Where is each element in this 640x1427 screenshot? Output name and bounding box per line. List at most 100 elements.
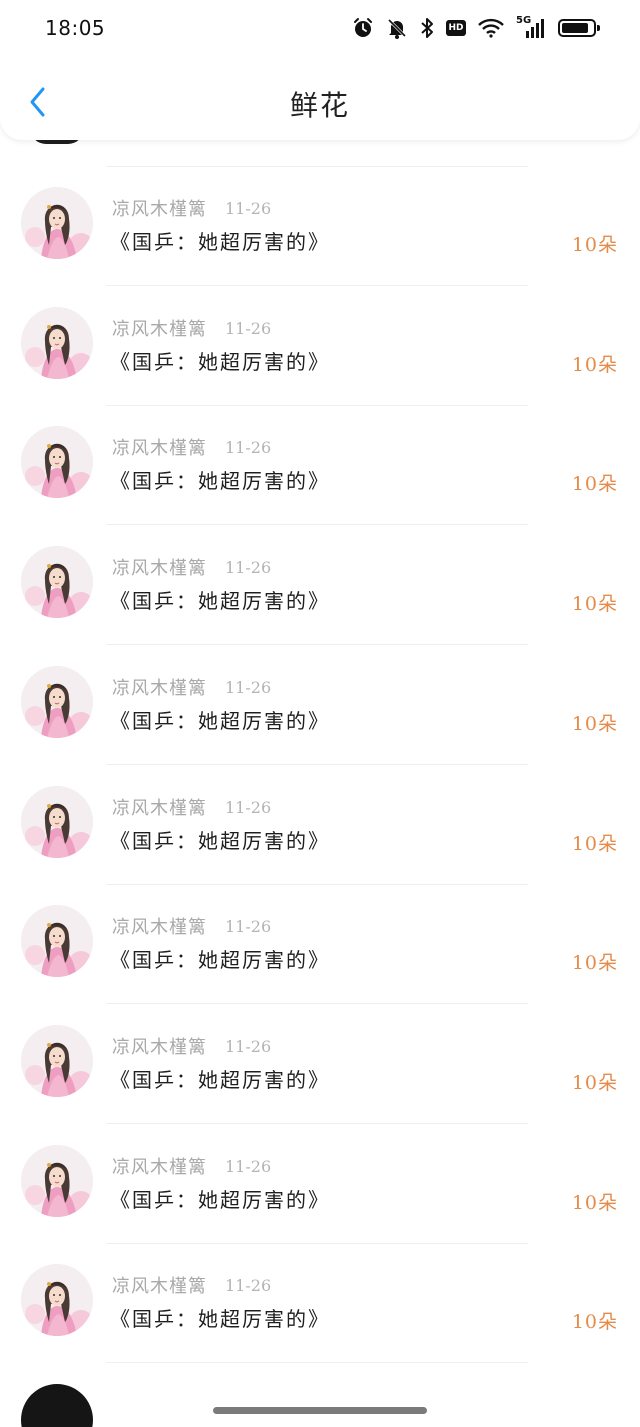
list-item[interactable]: 凉风木槿篱 11-26 《国乒：她超厉害的》 10朵 xyxy=(0,167,640,287)
item-meta: 凉风木槿篱 11-26 xyxy=(112,1153,272,1179)
row-partial-bottom xyxy=(112,1389,242,1405)
flower-count: 10朵 xyxy=(571,713,618,735)
avatar-portrait-icon xyxy=(21,426,93,498)
avatar-portrait-icon xyxy=(21,905,93,977)
alarm-icon xyxy=(354,18,372,37)
avatar[interactable] xyxy=(21,1264,93,1336)
flower-count: 10朵 xyxy=(571,1311,618,1333)
flower-count: 10朵 xyxy=(571,354,618,376)
avatar-portrait-icon xyxy=(21,546,93,618)
book-title[interactable]: 《国乒：她超厉害的》 xyxy=(110,1303,330,1332)
user-name[interactable]: 凉风木槿篱 xyxy=(112,434,207,460)
list-item[interactable]: 凉风木槿篱 11-26 《国乒：她超厉害的》 10朵 xyxy=(0,526,640,646)
book-title[interactable]: 《国乒：她超厉害的》 xyxy=(110,825,330,854)
status-bar: 18:05 HD 5G xyxy=(0,0,640,58)
list-item[interactable]: 凉风木槿篱 11-26 《国乒：她超厉害的》 10朵 xyxy=(0,646,640,766)
book-title[interactable]: 《国乒：她超厉害的》 xyxy=(110,1064,330,1093)
nav-bar: 鲜花 xyxy=(0,70,640,136)
list-item[interactable]: 凉风木槿篱 11-26 《国乒：她超厉害的》 10朵 xyxy=(0,1125,640,1245)
item-meta: 凉风木槿篱 11-26 xyxy=(112,913,272,939)
home-indicator[interactable] xyxy=(213,1407,427,1414)
item-date: 11-26 xyxy=(225,1036,272,1056)
list-item[interactable]: 凉风木槿篱 11-26 《国乒：她超厉害的》 10朵 xyxy=(0,287,640,407)
list-item[interactable]: 凉风木槿篱 11-26 《国乒：她超厉害的》 10朵 xyxy=(0,406,640,526)
book-title[interactable]: 《国乒：她超厉害的》 xyxy=(110,465,330,494)
item-date: 11-26 xyxy=(225,1275,272,1295)
battery-icon xyxy=(558,19,600,37)
item-date: 11-26 xyxy=(225,916,272,936)
header: 18:05 HD 5G 鲜花 xyxy=(0,0,640,140)
item-date: 11-26 xyxy=(225,318,272,338)
avatar-portrait-icon xyxy=(21,1025,93,1097)
book-title[interactable]: 《国乒：她超厉害的》 xyxy=(110,226,330,255)
item-meta: 凉风木槿篱 11-26 xyxy=(112,434,272,460)
mute-bell-icon xyxy=(387,18,407,39)
flower-list[interactable]: 凉风木槿篱 11-26 《国乒：她超厉害的》 10朵 凉风木槿篱 11-26 《… xyxy=(0,0,640,1427)
avatar-portrait-icon xyxy=(21,307,93,379)
avatar[interactable] xyxy=(21,307,93,379)
book-title[interactable]: 《国乒：她超厉害的》 xyxy=(110,705,330,734)
list-item[interactable]: 凉风木槿篱 11-26 《国乒：她超厉害的》 10朵 xyxy=(0,1244,640,1364)
row-divider xyxy=(106,1123,528,1124)
wifi-icon xyxy=(478,18,504,38)
user-name[interactable]: 凉风木槿篱 xyxy=(112,1272,207,1298)
row-divider xyxy=(106,1003,528,1004)
book-title[interactable]: 《国乒：她超厉害的》 xyxy=(110,944,330,973)
user-name[interactable]: 凉风木槿篱 xyxy=(112,1033,207,1059)
book-title[interactable]: 《国乒：她超厉害的》 xyxy=(110,346,330,375)
avatar[interactable] xyxy=(21,426,93,498)
user-name[interactable]: 凉风木槿篱 xyxy=(112,1153,207,1179)
row-divider xyxy=(106,644,528,645)
flower-count: 10朵 xyxy=(571,473,618,495)
flower-count: 10朵 xyxy=(571,593,618,615)
item-meta: 凉风木槿篱 11-26 xyxy=(112,554,272,580)
avatar[interactable] xyxy=(21,905,93,977)
signal-5g-icon: 5G xyxy=(516,15,546,39)
avatar-portrait-icon xyxy=(21,187,93,259)
list-item[interactable]: 凉风木槿篱 11-26 《国乒：她超厉害的》 10朵 xyxy=(0,766,640,886)
item-meta: 凉风木槿篱 11-26 xyxy=(112,674,271,700)
item-date: 11-26 xyxy=(225,797,272,817)
user-name[interactable]: 凉风木槿篱 xyxy=(112,794,207,820)
row-divider xyxy=(106,764,528,765)
flower-count: 10朵 xyxy=(571,234,618,256)
avatar-portrait-icon xyxy=(21,786,93,858)
status-icons: HD 5G xyxy=(352,14,600,42)
book-title[interactable]: 《国乒：她超厉害的》 xyxy=(110,1184,330,1213)
avatar-portrait-icon xyxy=(21,1264,93,1336)
book-title[interactable]: 《国乒：她超厉害的》 xyxy=(110,585,330,614)
item-date: 11-26 xyxy=(225,198,272,218)
bluetooth-icon xyxy=(421,18,433,38)
user-name[interactable]: 凉风木槿篱 xyxy=(112,554,207,580)
flower-count: 10朵 xyxy=(571,952,618,974)
page-title: 鲜花 xyxy=(289,89,350,122)
avatar[interactable] xyxy=(21,786,93,858)
row-divider xyxy=(106,285,528,286)
item-meta: 凉风木槿篱 11-26 xyxy=(112,195,272,221)
item-meta: 凉风木槿篱 11-26 xyxy=(112,1033,272,1059)
item-date: 11-26 xyxy=(225,1156,272,1176)
avatar[interactable] xyxy=(21,1145,93,1217)
list-item[interactable]: 凉风木槿篱 11-26 《国乒：她超厉害的》 10朵 xyxy=(0,885,640,1005)
avatar-portrait-icon xyxy=(21,1145,93,1217)
user-name[interactable]: 凉风木槿篱 xyxy=(112,674,207,700)
status-time: 18:05 xyxy=(45,16,106,40)
user-name[interactable]: 凉风木槿篱 xyxy=(112,315,207,341)
list-item[interactable]: 凉风木槿篱 11-26 《国乒：她超厉害的》 10朵 xyxy=(0,1005,640,1125)
item-meta: 凉风木槿篱 11-26 xyxy=(112,1272,272,1298)
item-meta: 凉风木槿篱 11-26 xyxy=(112,794,272,820)
item-meta: 凉风木槿篱 11-26 xyxy=(112,315,272,341)
user-name[interactable]: 凉风木槿篱 xyxy=(112,913,207,939)
flower-count: 10朵 xyxy=(571,1072,618,1094)
avatar[interactable] xyxy=(21,666,93,738)
item-date: 11-26 xyxy=(225,437,272,457)
flower-count: 10朵 xyxy=(571,1192,618,1214)
avatar[interactable] xyxy=(21,546,93,618)
user-name[interactable]: 凉风木槿篱 xyxy=(112,195,207,221)
avatar[interactable] xyxy=(21,187,93,259)
row-divider xyxy=(106,524,528,525)
hd-icon: HD xyxy=(446,20,466,36)
avatar[interactable] xyxy=(21,1025,93,1097)
avatar-partial-bottom xyxy=(21,1384,93,1427)
item-date: 11-26 xyxy=(225,557,272,577)
